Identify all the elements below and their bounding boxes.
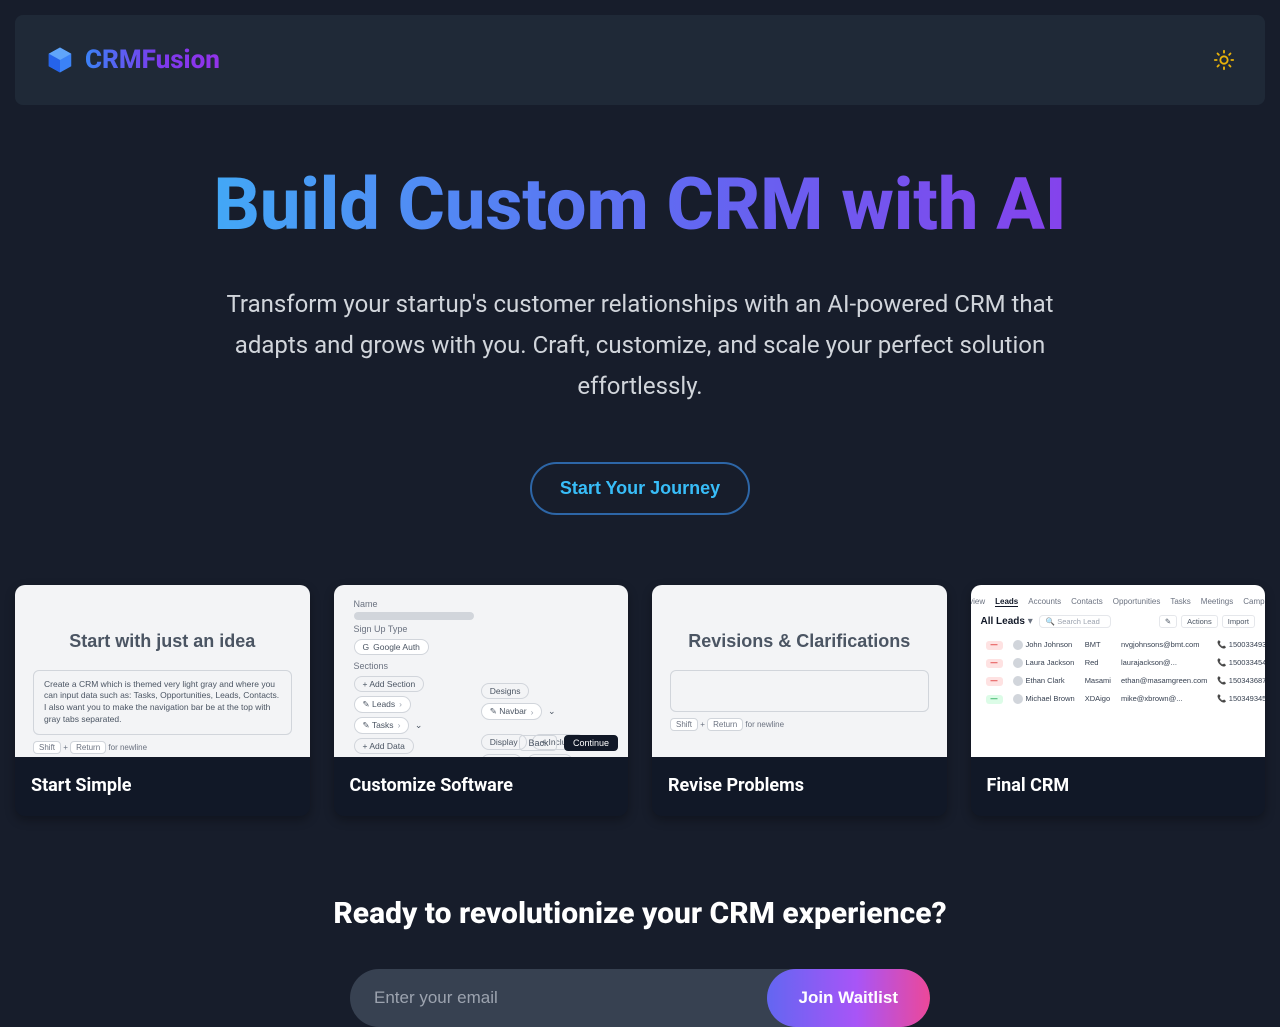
preview-title: Revisions & Clarifications — [670, 631, 929, 652]
waitlist-form: Join Waitlist — [350, 969, 930, 1027]
card-revise-problems[interactable]: Revisions & Clarifications Shift + Retur… — [652, 585, 947, 816]
card-label: Customize Software — [334, 757, 629, 816]
card-final-crm[interactable]: Overview Leads Accounts Contacts Opportu… — [971, 585, 1266, 816]
start-journey-button[interactable]: Start Your Journey — [530, 462, 750, 515]
waitlist-section: Ready to revolutionize your CRM experien… — [15, 896, 1265, 1027]
card-label: Start Simple — [15, 757, 310, 816]
card-label: Revise Problems — [652, 757, 947, 816]
cube-icon — [45, 45, 75, 75]
email-input[interactable] — [350, 969, 767, 1027]
logo[interactable]: CRMFusion — [45, 45, 220, 75]
hero-subtitle: Transform your startup's customer relati… — [225, 284, 1055, 406]
header: CRMFusion — [15, 15, 1265, 105]
preview-prompt: Create a CRM which is themed very light … — [33, 670, 292, 736]
card-preview: Revisions & Clarifications Shift + Retur… — [652, 585, 947, 757]
card-label: Final CRM — [971, 757, 1266, 816]
card-preview: Overview Leads Accounts Contacts Opportu… — [971, 585, 1266, 757]
hero: Build Custom CRM with AI Transform your … — [15, 165, 1265, 515]
card-preview: Name Sign Up Type G Google Auth Sections… — [334, 585, 629, 757]
theme-toggle-sun-icon[interactable] — [1213, 49, 1235, 71]
join-waitlist-button[interactable]: Join Waitlist — [767, 969, 931, 1027]
preview-hint: Shift + Return for newline — [670, 718, 929, 731]
preview-title: Start with just an idea — [33, 631, 292, 652]
hero-title: Build Custom CRM with AI — [55, 165, 1225, 244]
brand-name: CRMFusion — [85, 45, 220, 75]
card-preview: Start with just an idea Create a CRM whi… — [15, 585, 310, 757]
waitlist-title: Ready to revolutionize your CRM experien… — [15, 896, 1265, 931]
preview-hint: Shift + Return for newline — [33, 741, 292, 754]
card-start-simple[interactable]: Start with just an idea Create a CRM whi… — [15, 585, 310, 816]
card-customize-software[interactable]: Name Sign Up Type G Google Auth Sections… — [334, 585, 629, 816]
feature-cards: Start with just an idea Create a CRM whi… — [15, 585, 1265, 816]
